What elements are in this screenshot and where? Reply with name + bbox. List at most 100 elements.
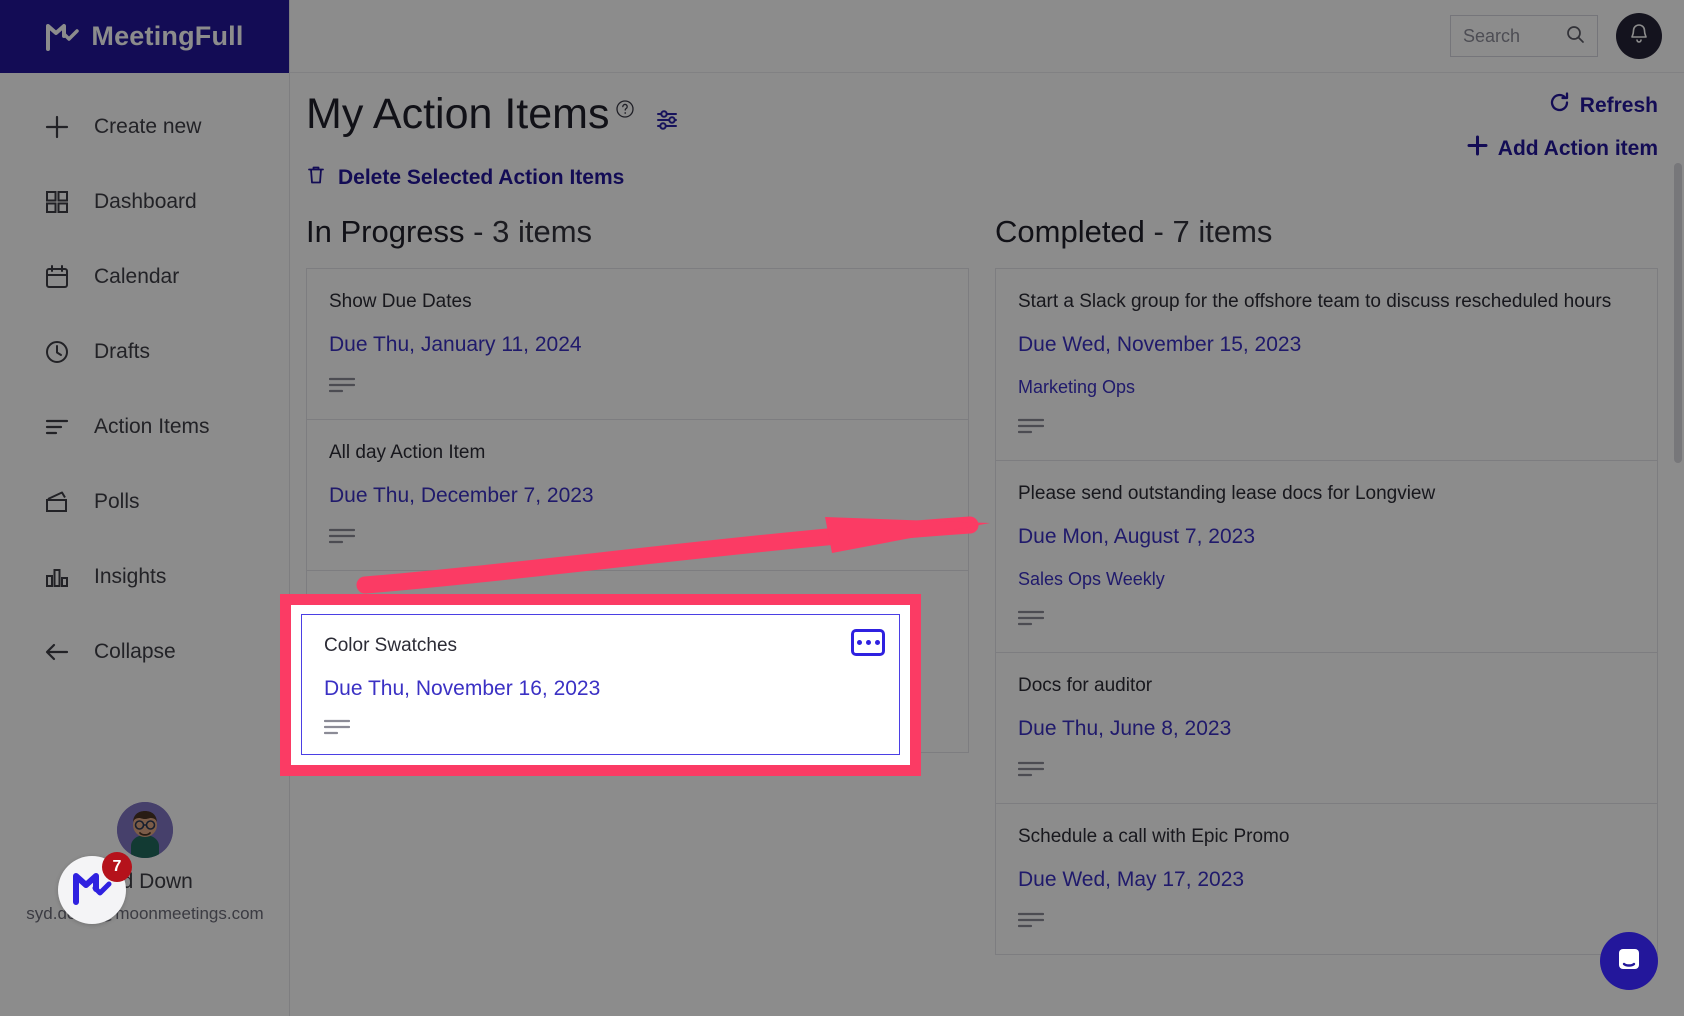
notes-lines-icon[interactable]	[1017, 912, 1045, 928]
plus-icon	[1466, 134, 1489, 163]
action-item-card[interactable]: Docs for auditor Due Thu, June 8, 2023	[995, 653, 1658, 805]
avatar	[117, 802, 173, 858]
brand-header[interactable]: MeetingFull	[0, 0, 289, 73]
polls-icon	[42, 487, 72, 517]
sidebar-item-label: Dashboard	[94, 189, 197, 213]
action-item-card[interactable]: Start a Slack group for the offshore tea…	[995, 268, 1658, 462]
action-item-due: Due Mon, August 7, 2023	[1018, 525, 1255, 549]
notifications-button[interactable]	[1616, 13, 1662, 59]
action-item-due: Due Thu, June 8, 2023	[1018, 717, 1232, 741]
main-content: My Action Items Refresh Add Action item …	[290, 73, 1684, 1016]
sidebar-item-drafts[interactable]: Drafts	[0, 314, 289, 389]
plus-icon	[42, 112, 72, 142]
action-item-card[interactable]: Schedule a call with Epic Promo Due Wed,…	[995, 804, 1658, 956]
trash-icon	[306, 164, 326, 192]
sidebar-item-label: Create new	[94, 114, 202, 138]
question-circle-icon[interactable]	[615, 99, 635, 119]
action-item-card[interactable]: Show Due Dates Due Thu, January 11, 2024	[306, 268, 969, 421]
app-root: MeetingFull Create new Dashboard Calenda…	[0, 0, 1684, 1016]
vertical-scrollbar[interactable]	[1674, 163, 1682, 463]
sliders-icon[interactable]	[655, 107, 681, 133]
calendar-icon	[42, 262, 72, 292]
column-count: 3 items	[492, 214, 593, 250]
notes-lines-icon[interactable]	[323, 719, 351, 735]
sidebar-item-label: Calendar	[94, 264, 180, 288]
mail-widget-button[interactable]: 7	[58, 852, 132, 924]
title-row: My Action Items	[306, 90, 1660, 138]
action-item-due: Due Wed, May 17, 2023	[1018, 868, 1245, 892]
sidebar-item-insights[interactable]: Insights	[0, 539, 289, 614]
color-swatches-card[interactable]: Color Swatches Due Thu, November 16, 202…	[301, 614, 900, 755]
action-item-due: Due Thu, November 16, 2023	[324, 677, 601, 700]
notes-lines-icon[interactable]	[1017, 610, 1045, 626]
action-item-meeting[interactable]: Marketing Ops	[1018, 377, 1635, 398]
search-input[interactable]	[1463, 25, 1557, 47]
action-item-title: Schedule a call with Epic Promo	[1018, 826, 1290, 848]
action-item-title: All day Action Item	[329, 442, 486, 464]
sidebar-item-create-new[interactable]: Create new	[0, 89, 289, 164]
action-item-due: Due Wed, November 15, 2023	[1018, 333, 1302, 357]
arrow-left-icon	[42, 637, 72, 667]
action-item-meeting[interactable]: Sales Ops Weekly	[1018, 569, 1635, 590]
sidebar-item-label: Collapse	[94, 639, 176, 663]
sidebar-item-label: Drafts	[94, 339, 151, 363]
action-item-title: Start a Slack group for the offshore tea…	[1018, 291, 1612, 313]
column-count: 7 items	[1172, 214, 1273, 250]
ellipsis-icon	[856, 640, 862, 645]
support-chat-button[interactable]	[1600, 932, 1658, 990]
add-action-item-button[interactable]: Add Action item	[1466, 134, 1658, 163]
column-separator: -	[473, 214, 484, 250]
clock-icon	[42, 337, 72, 367]
action-item-card[interactable]: All day Action Item Due Thu, December 7,…	[306, 420, 969, 572]
column-name: Completed	[995, 214, 1145, 250]
sidebar-user-block[interactable]: Syd Down syd.down@moonmeetings.com	[0, 802, 290, 924]
column-separator: -	[1153, 214, 1164, 250]
sidebar-item-action-items[interactable]: Action Items	[0, 389, 289, 464]
sidebar-item-label: Insights	[94, 564, 167, 588]
page-header: My Action Items Refresh Add Action item	[290, 73, 1684, 159]
action-item-card[interactable]: Please send outstanding lease docs for L…	[995, 461, 1658, 654]
notes-lines-icon[interactable]	[1017, 761, 1045, 777]
sidebar-item-label: Action Items	[94, 414, 210, 438]
sidebar-item-polls[interactable]: Polls	[0, 464, 289, 539]
action-item-title: Show Due Dates	[329, 291, 472, 313]
column-in-progress: In Progress - 3 items Show Due Dates Due…	[306, 214, 969, 955]
notes-lines-icon[interactable]	[1017, 418, 1045, 434]
action-item-due: Due Thu, January 11, 2024	[329, 333, 582, 357]
list-lines-icon	[42, 412, 72, 442]
header-actions: Refresh Add Action item	[1466, 91, 1658, 163]
sidebar-item-dashboard[interactable]: Dashboard	[0, 164, 289, 239]
notes-lines-icon[interactable]	[328, 377, 356, 393]
action-item-due: Due Thu, December 7, 2023	[329, 484, 594, 508]
sidebar-item-label: Polls	[94, 489, 140, 513]
column-heading: In Progress - 3 items	[306, 214, 969, 250]
page-title: My Action Items	[306, 90, 610, 138]
action-item-title: Color Swatches	[324, 635, 458, 656]
search-box[interactable]	[1450, 15, 1598, 57]
ellipsis-icon	[874, 640, 880, 645]
delete-selected-action-items-button[interactable]: Delete Selected Action Items	[306, 164, 624, 192]
card-options-button[interactable]	[851, 629, 885, 656]
search-icon[interactable]	[1565, 24, 1585, 49]
topbar	[290, 0, 1684, 73]
sidebar-nav: Create new Dashboard Calendar Drafts Act…	[0, 73, 289, 689]
notes-lines-icon[interactable]	[328, 528, 356, 544]
sidebar: MeetingFull Create new Dashboard Calenda…	[0, 0, 290, 1016]
sidebar-item-calendar[interactable]: Calendar	[0, 239, 289, 314]
intercom-chat-icon	[1614, 944, 1644, 979]
column-completed: Completed - 7 items Start a Slack group …	[995, 214, 1658, 956]
ellipsis-icon	[865, 640, 871, 645]
column-heading: Completed - 7 items	[995, 214, 1658, 250]
refresh-label: Refresh	[1579, 93, 1658, 117]
bar-chart-icon	[42, 562, 72, 592]
delete-selected-label: Delete Selected Action Items	[338, 166, 625, 190]
mail-unread-badge: 7	[102, 852, 132, 882]
sidebar-item-collapse[interactable]: Collapse	[0, 614, 289, 689]
refresh-button[interactable]: Refresh	[1548, 91, 1658, 120]
meetingfull-logo-icon	[45, 22, 80, 52]
refresh-icon	[1548, 91, 1571, 120]
kanban-columns: In Progress - 3 items Show Due Dates Due…	[290, 214, 1684, 956]
bell-icon	[1627, 22, 1651, 51]
grid-icon	[42, 187, 72, 217]
highlight-outline: Color Swatches Due Thu, November 16, 202…	[280, 594, 921, 776]
